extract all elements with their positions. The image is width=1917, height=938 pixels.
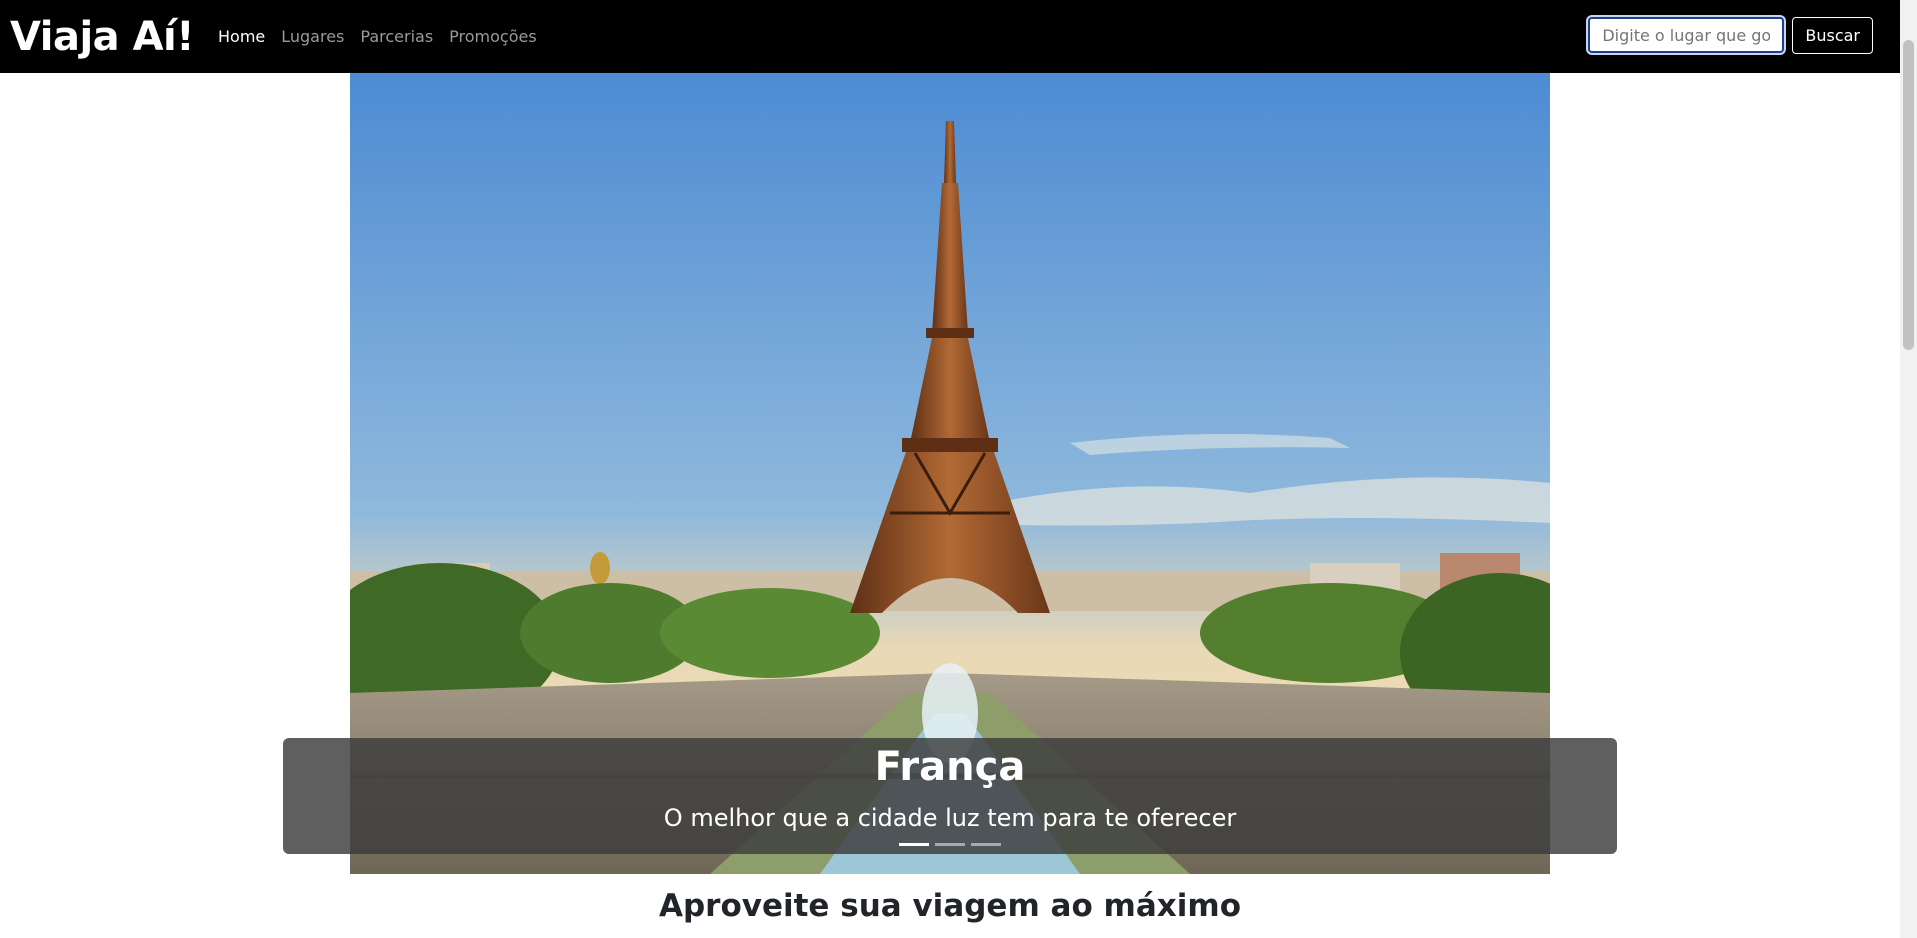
carousel-caption: França O melhor que a cidade luz tem par… xyxy=(283,738,1617,854)
search-button[interactable]: Buscar xyxy=(1792,17,1873,54)
carousel-indicator-1[interactable] xyxy=(899,843,929,846)
search-input[interactable] xyxy=(1588,17,1785,53)
carousel-indicator-3[interactable] xyxy=(971,843,1001,846)
brand-logo[interactable]: Viaja Aí! xyxy=(10,14,195,60)
section-title: Aproveite sua viagem ao máximo xyxy=(658,888,1241,924)
nav-link-home[interactable]: Home xyxy=(218,27,265,46)
scrollbar[interactable] xyxy=(1900,0,1917,938)
nav-link-parcerias[interactable]: Parcerias xyxy=(360,27,433,46)
caption-text: O melhor que a cidade luz tem para te of… xyxy=(663,804,1237,832)
carousel-indicator-2[interactable] xyxy=(935,843,965,846)
nav-links: Home Lugares Parcerias Promoções xyxy=(218,27,537,46)
caption-title: França xyxy=(874,744,1026,790)
scrollbar-thumb[interactable] xyxy=(1903,40,1914,350)
nav-link-lugares[interactable]: Lugares xyxy=(281,27,344,46)
search-form: Buscar xyxy=(1588,17,1873,54)
carousel-indicators xyxy=(283,843,1617,846)
top-navbar: Viaja Aí! Home Lugares Parcerias Promoçõ… xyxy=(0,0,1900,73)
nav-link-promocoes[interactable]: Promoções xyxy=(449,27,537,46)
